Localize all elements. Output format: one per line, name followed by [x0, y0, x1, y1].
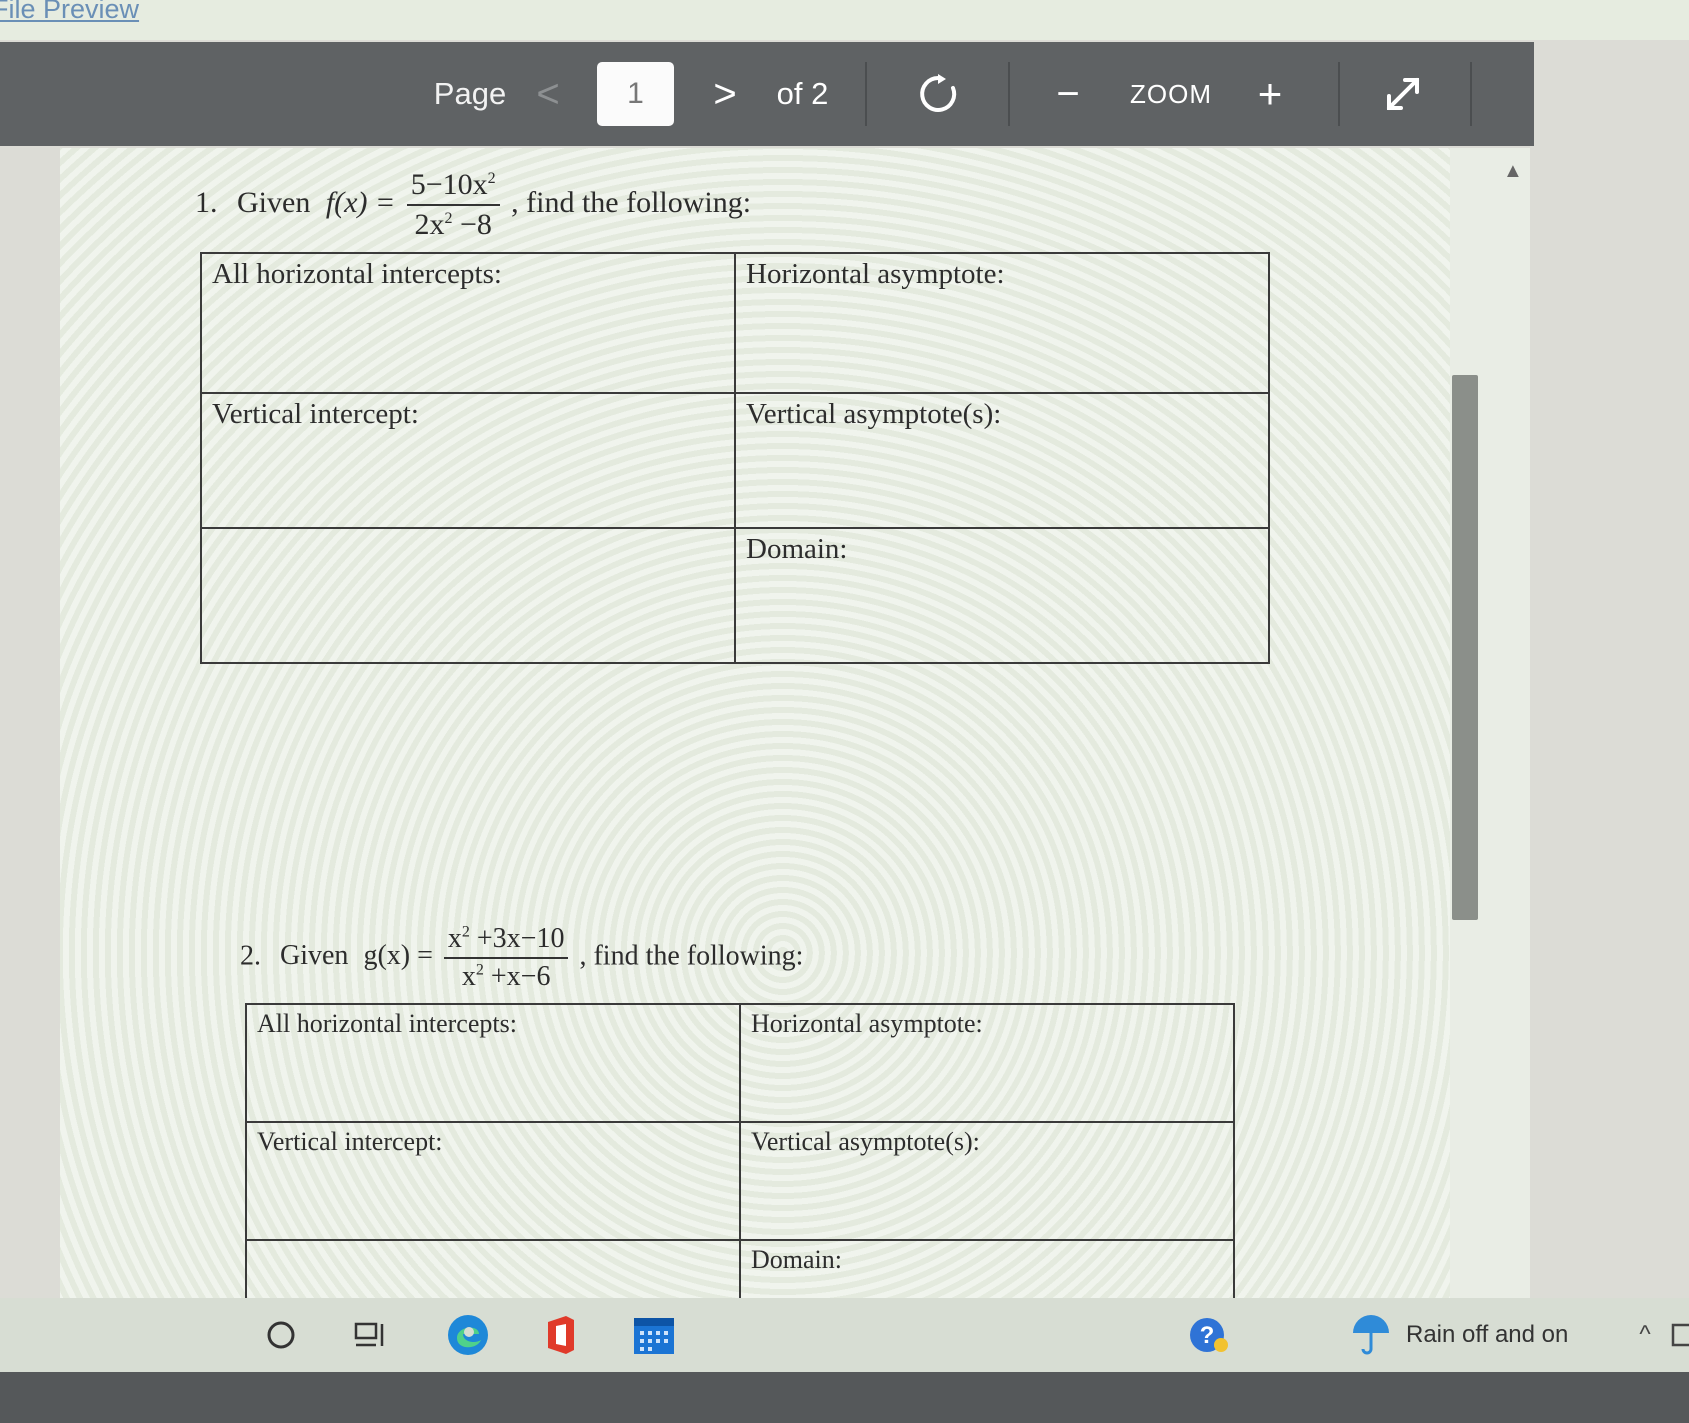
show-hidden-icons-button[interactable]: ^ — [1630, 1306, 1660, 1364]
given-label: Given — [237, 185, 311, 219]
edge-icon — [448, 1315, 488, 1355]
rotate-icon — [920, 74, 957, 112]
answer-cell[interactable]: Vertical intercept: — [200, 392, 736, 529]
weather-widget[interactable]: Rain off and on — [1350, 1306, 1650, 1364]
search-icon — [267, 1321, 295, 1349]
numerator: 5−10x — [410, 168, 488, 201]
page-count: of 2 — [776, 76, 829, 111]
toolbar-divider — [1008, 62, 1010, 126]
svg-text:?: ? — [1200, 1322, 1215, 1349]
answer-cell[interactable]: Domain: — [734, 527, 1270, 664]
denominator: 2x — [414, 208, 445, 241]
file-preview-link[interactable]: File Preview — [0, 0, 139, 25]
question-2-prompt: 2. Given g(x) = x2 +3x−10 x2 +x−6 , find… — [240, 923, 803, 993]
given-label: Given — [280, 940, 349, 972]
question-number: 1. — [195, 185, 218, 219]
umbrella-icon — [1353, 1315, 1389, 1355]
find-following: , find the following: — [579, 940, 804, 972]
numerator: x — [447, 923, 462, 954]
rotate-button[interactable] — [910, 42, 966, 146]
question-1-table: All horizontal intercepts: Horizontal as… — [200, 252, 1270, 664]
function-name: g(x) = — [363, 940, 433, 972]
question-number: 2. — [240, 940, 261, 972]
toolbar-divider — [1470, 62, 1472, 126]
answer-cell[interactable]: Vertical asymptote(s): — [734, 392, 1270, 529]
answer-cell[interactable] — [200, 527, 736, 664]
answer-cell[interactable]: Vertical intercept: — [245, 1121, 741, 1241]
answer-cell[interactable]: Domain: — [739, 1239, 1235, 1298]
question-2-table: All horizontal intercepts: Horizontal as… — [245, 1003, 1235, 1298]
prev-page-button[interactable]: < — [528, 42, 568, 146]
zoom-in-button[interactable]: + — [1245, 42, 1295, 146]
help-icon: ? — [1190, 1318, 1228, 1352]
help-button[interactable]: ? — [1186, 1306, 1232, 1364]
office-button[interactable] — [540, 1306, 582, 1364]
task-view-button[interactable] — [352, 1306, 390, 1364]
viewer-toolbar: Page < 1 > of 2 − ZOOM + — [0, 42, 1534, 146]
calendar-button[interactable] — [630, 1306, 678, 1364]
tray-icon[interactable] — [1668, 1306, 1689, 1364]
edge-button[interactable] — [444, 1306, 492, 1364]
page-number-input[interactable]: 1 — [597, 62, 674, 126]
tray-app-icon — [1671, 1323, 1689, 1347]
zoom-label: ZOOM — [1130, 78, 1212, 109]
fullscreen-button[interactable] — [1376, 42, 1430, 146]
office-icon — [548, 1316, 574, 1354]
next-page-button[interactable]: > — [705, 42, 745, 146]
calendar-icon — [634, 1318, 674, 1354]
fraction: x2 +3x−10 x2 +x−6 — [443, 923, 569, 993]
task-view-icon — [354, 1322, 384, 1347]
preview-header: File Preview — [0, 0, 1689, 40]
scroll-up-arrow[interactable]: ▲ — [1503, 160, 1523, 183]
answer-cell[interactable]: Horizontal asymptote: — [739, 1003, 1235, 1123]
monitor-bezel — [0, 1372, 1689, 1423]
windows-taskbar: ? Rain off and on ^ — [0, 1298, 1689, 1372]
toolbar-divider — [865, 62, 867, 126]
weather-text: Rain off and on — [1406, 1321, 1569, 1348]
expand-icon — [1387, 78, 1419, 110]
answer-cell[interactable]: All horizontal intercepts: — [200, 252, 736, 394]
answer-cell[interactable]: Horizontal asymptote: — [734, 252, 1270, 394]
search-button[interactable] — [262, 1306, 300, 1364]
answer-cell[interactable]: Vertical asymptote(s): — [739, 1121, 1235, 1241]
answer-cell[interactable]: All horizontal intercepts: — [245, 1003, 741, 1123]
denominator: x — [461, 961, 476, 992]
page-label: Page — [433, 76, 507, 111]
document-page: 1. Given f(x) = 5−10x2 2x2 −8 , find the… — [60, 148, 1450, 1298]
zoom-out-button[interactable]: − — [1046, 42, 1090, 146]
scrollbar-thumb[interactable] — [1452, 375, 1478, 920]
find-following: , find the following: — [511, 185, 752, 219]
toolbar-divider — [1338, 62, 1340, 126]
fraction: 5−10x2 2x2 −8 — [406, 168, 500, 242]
answer-cell[interactable] — [245, 1239, 741, 1298]
question-1-prompt: 1. Given f(x) = 5−10x2 2x2 −8 , find the… — [195, 168, 751, 242]
function-name: f(x) = — [325, 185, 396, 219]
